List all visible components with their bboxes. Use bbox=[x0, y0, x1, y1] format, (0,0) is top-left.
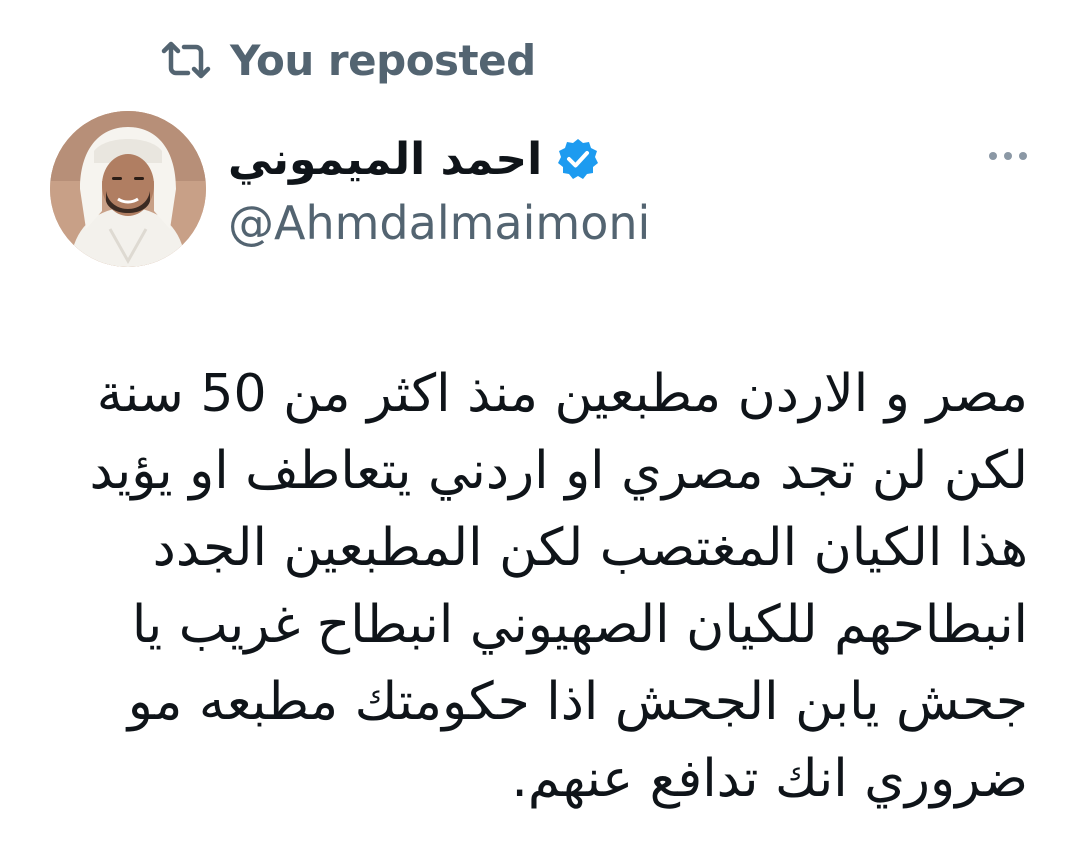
tweet-line: لكن لن تجد مصري او اردني يتعاطف او يؤيد bbox=[89, 441, 1028, 501]
avatar-photo bbox=[50, 111, 206, 267]
repost-indicator: You reposted bbox=[160, 30, 536, 90]
author-avatar[interactable] bbox=[50, 111, 206, 267]
tweet-line: انبطاحهم للكيان الصهيوني انبطاح غريب يا bbox=[131, 595, 1028, 655]
tweet-text: مصر و الاردن مطبعين منذ اكثر من 50 سنة ل… bbox=[68, 356, 1028, 818]
author-name-row: احمد الميموني bbox=[228, 128, 600, 190]
tweet-line: ضروري انك تدافع عنهم. bbox=[511, 749, 1028, 809]
tweet-line: جحش يابن الجحش اذا حكومتك مطبعه مو bbox=[127, 672, 1028, 732]
author-display-name[interactable]: احمد الميموني bbox=[228, 134, 542, 185]
author-handle[interactable]: @Ahmdalmaimoni bbox=[228, 192, 650, 254]
tweet-line: مصر و الاردن مطبعين منذ اكثر من 50 سنة bbox=[96, 364, 1028, 424]
repost-icon bbox=[161, 41, 211, 79]
more-options-button[interactable] bbox=[980, 138, 1036, 174]
more-options-icon bbox=[989, 152, 1027, 160]
repost-label: You reposted bbox=[230, 35, 536, 85]
verified-badge-icon bbox=[558, 139, 599, 179]
tweet-line: هذا الكيان المغتصب لكن المطبعين الجدد bbox=[152, 518, 1028, 578]
